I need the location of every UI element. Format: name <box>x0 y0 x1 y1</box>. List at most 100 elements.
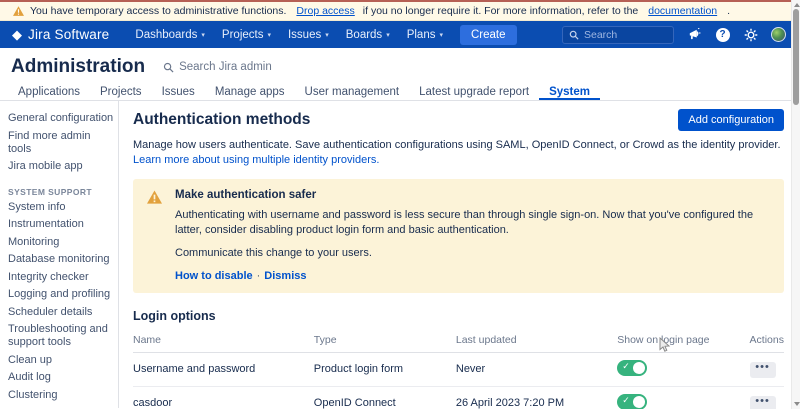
admin-search-input[interactable] <box>179 61 289 73</box>
scroll-up-arrow[interactable] <box>794 3 800 7</box>
nav-issues-label: Issues <box>288 29 321 41</box>
sidebar-item-clustering[interactable]: Clustering <box>8 387 114 405</box>
announcements-icon[interactable] <box>687 27 702 42</box>
admin-sidebar: General configuration Find more admin to… <box>0 101 119 408</box>
tab-latest-upgrade-report[interactable]: Latest upgrade report <box>409 86 539 100</box>
column-header-actions: Actions <box>750 329 784 353</box>
admin-tabs: Applications Projects Issues Manage apps… <box>0 86 800 101</box>
dismiss-link[interactable]: Dismiss <box>264 270 306 282</box>
row-type: Product login form <box>314 352 456 386</box>
vertical-scrollbar[interactable] <box>791 0 800 409</box>
warning-icon <box>147 190 162 204</box>
top-navbar: ◆ Jira Software Dashboards▾ Projects▾ Is… <box>0 21 800 48</box>
jira-logo[interactable]: ◆ Jira Software <box>12 27 109 42</box>
nav-projects-label: Projects <box>222 29 264 41</box>
sidebar-item-audit-log[interactable]: Audit log <box>8 369 114 387</box>
sidebar-item-troubleshooting[interactable]: Troubleshooting and support tools <box>8 321 114 352</box>
table-header-row: Name Type Last updated Show on login pag… <box>133 329 784 353</box>
nav-dashboards[interactable]: Dashboards ▾ <box>135 29 205 41</box>
sidebar-item-monitoring[interactable]: Monitoring <box>8 234 114 252</box>
sidebar-item-find-more-admin-tools[interactable]: Find more admin tools <box>8 128 114 159</box>
section-title-authentication-methods: Authentication methods <box>133 111 310 129</box>
toggle-knob <box>633 362 645 374</box>
column-header-show-on-login-page: Show on login page <box>617 329 749 353</box>
row-last-updated: Never <box>456 352 617 386</box>
add-configuration-button[interactable]: Add configuration <box>678 109 784 131</box>
warning-body-line1: Authenticating with username and passwor… <box>175 208 770 239</box>
how-to-disable-link[interactable]: How to disable <box>175 270 253 282</box>
brand-name: Jira Software <box>28 27 109 42</box>
tab-system[interactable]: System <box>539 86 600 100</box>
chevron-down-icon: ▾ <box>267 31 271 39</box>
learn-more-link[interactable]: Learn more about using multiple identity… <box>133 154 379 166</box>
search-icon <box>163 62 174 73</box>
banner-text-before: You have temporary access to administrat… <box>30 5 286 17</box>
tab-issues[interactable]: Issues <box>152 86 205 100</box>
tab-projects[interactable]: Projects <box>90 86 152 100</box>
check-icon: ✓ <box>622 395 630 406</box>
admin-header: Administration <box>0 48 800 86</box>
chevron-down-icon: ▾ <box>386 31 390 39</box>
admin-search[interactable] <box>163 61 289 73</box>
warning-title: Make authentication safer <box>175 189 770 201</box>
login-options-table: Name Type Last updated Show on login pag… <box>133 329 784 409</box>
navbar-search-input[interactable] <box>584 29 664 41</box>
nav-boards-label: Boards <box>346 29 382 41</box>
warning-body-line2: Communicate this change to your users. <box>175 246 770 261</box>
chevron-down-icon: ▾ <box>439 31 443 39</box>
tab-manage-apps[interactable]: Manage apps <box>205 86 295 100</box>
sidebar-item-logging-and-profiling[interactable]: Logging and profiling <box>8 286 114 304</box>
sidebar-group-system-support: SYSTEM SUPPORT <box>8 187 114 197</box>
sidebar-item-system-info[interactable]: System info <box>8 199 114 217</box>
show-on-login-toggle[interactable]: ✓ <box>617 394 647 409</box>
table-row: casdoor OpenID Connect 26 April 2023 7:2… <box>133 386 784 409</box>
page-title: Administration <box>11 56 145 78</box>
column-header-last-updated: Last updated <box>456 329 617 353</box>
main-panel: Authentication methods Add configuration… <box>119 101 800 408</box>
sidebar-item-scheduler-details[interactable]: Scheduler details <box>8 304 114 322</box>
row-last-updated: 26 April 2023 7:20 PM <box>456 386 617 409</box>
banner-text-after: . <box>727 5 730 17</box>
nav-dashboards-label: Dashboards <box>135 29 197 41</box>
show-on-login-toggle[interactable]: ✓ <box>617 360 647 376</box>
nav-plans[interactable]: Plans▾ <box>407 29 443 41</box>
search-icon <box>569 30 579 40</box>
row-actions-menu-button[interactable]: ••• <box>750 396 776 409</box>
make-auth-safer-warning: Make authentication safer Authenticating… <box>133 179 784 293</box>
sidebar-item-general-configuration[interactable]: General configuration <box>8 110 114 128</box>
scroll-down-arrow[interactable] <box>794 402 800 406</box>
toggle-knob <box>633 396 645 408</box>
check-icon: ✓ <box>622 361 630 372</box>
sidebar-item-integrity-checker[interactable]: Integrity checker <box>8 269 114 287</box>
row-name: casdoor <box>133 386 314 409</box>
documentation-link[interactable]: documentation <box>648 5 717 17</box>
drop-access-link[interactable]: Drop access <box>296 5 354 17</box>
chevron-down-icon: ▾ <box>201 31 205 39</box>
column-header-name: Name <box>133 329 314 353</box>
gear-icon[interactable] <box>743 27 758 42</box>
help-icon[interactable]: ? <box>715 27 730 42</box>
banner-text-middle: if you no longer require it. For more in… <box>363 5 638 17</box>
row-type: OpenID Connect <box>314 386 456 409</box>
sidebar-item-instrumentation[interactable]: Instrumentation <box>8 216 114 234</box>
sidebar-item-jira-mobile-app[interactable]: Jira mobile app <box>8 158 114 176</box>
nav-projects[interactable]: Projects▾ <box>222 29 271 41</box>
link-separator: · <box>257 270 261 282</box>
scrollbar-thumb[interactable] <box>793 9 799 105</box>
nav-issues[interactable]: Issues ▾ <box>288 29 329 41</box>
sidebar-item-clean-up[interactable]: Clean up <box>8 352 114 370</box>
nav-boards[interactable]: Boards ▾ <box>346 29 390 41</box>
navbar-search[interactable] <box>562 26 674 44</box>
row-actions-menu-button[interactable]: ••• <box>750 362 776 378</box>
warning-icon <box>13 6 24 16</box>
sidebar-item-database-monitoring[interactable]: Database monitoring <box>8 251 114 269</box>
user-avatar[interactable] <box>771 27 786 42</box>
row-name: Username and password <box>133 352 314 386</box>
tab-user-management[interactable]: User management <box>295 86 410 100</box>
jira-logo-icon: ◆ <box>12 28 22 41</box>
chevron-down-icon: ▾ <box>325 31 329 39</box>
create-button[interactable]: Create <box>460 25 517 45</box>
tab-applications[interactable]: Applications <box>8 86 90 100</box>
intro-text: Manage how users authenticate. Save auth… <box>133 139 781 151</box>
table-row: Username and password Product login form… <box>133 352 784 386</box>
